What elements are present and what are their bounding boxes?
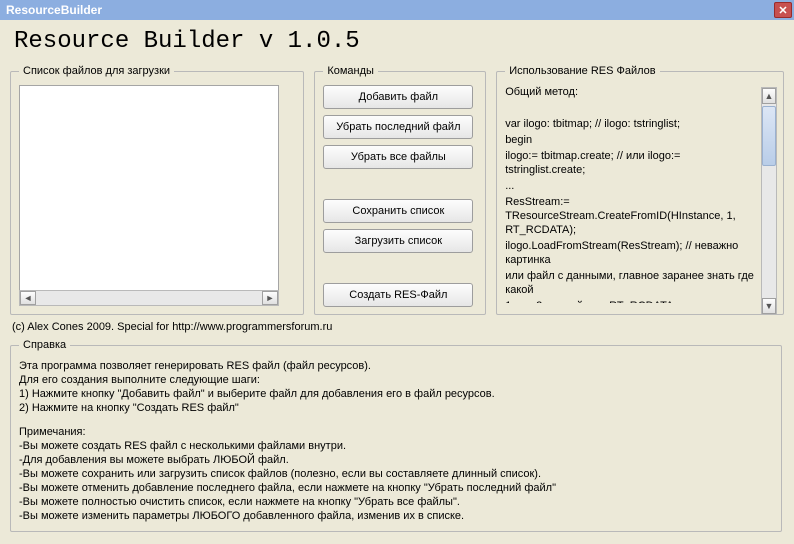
help-note-line: -Вы можете создать RES файл с нескольким… — [19, 439, 773, 453]
help-group: Справка Эта программа позволяет генериро… — [10, 339, 782, 532]
usage-line: 1 или 2 и какой тип, RT_RCDATA — [505, 299, 759, 303]
save-list-button[interactable]: Сохранить список — [323, 199, 473, 223]
help-note-line: -Вы можете отменить добавление последнег… — [19, 481, 773, 495]
commands-group: Команды Добавить файл Убрать последний ф… — [314, 65, 486, 315]
help-note-line: -Для добавления вы можете выбрать ЛЮБОЙ … — [19, 453, 773, 467]
help-legend: Справка — [19, 339, 70, 351]
usage-legend: Использование RES Файлов — [505, 65, 659, 77]
usage-text: Общий метод: var ilogo: tbitmap; // ilog… — [505, 85, 759, 303]
close-icon: ✕ — [778, 4, 787, 17]
close-button[interactable]: ✕ — [774, 2, 792, 18]
remove-last-button[interactable]: Убрать последний файл — [323, 115, 473, 139]
help-line: Для его создания выполните следующие шаг… — [19, 373, 773, 387]
usage-line — [505, 101, 759, 115]
scrollbar-thumb[interactable] — [762, 106, 776, 166]
usage-line: begin — [505, 133, 759, 147]
help-note-line: -Вы можете полностью очистить список, ес… — [19, 495, 773, 509]
scroll-up-icon[interactable]: ▲ — [762, 88, 776, 104]
scroll-right-icon[interactable]: ► — [262, 291, 278, 305]
help-notes-title: Примечания: — [19, 425, 773, 439]
usage-group: Использование RES Файлов Общий метод: va… — [496, 65, 784, 315]
usage-line: ... — [505, 179, 759, 193]
window-title: ResourceBuilder — [6, 3, 102, 17]
load-list-button[interactable]: Загрузить список — [323, 229, 473, 253]
usage-line: ilogo.LoadFromStream(ResStream); // нева… — [505, 239, 759, 267]
files-h-scrollbar[interactable]: ◄ ► — [19, 290, 279, 306]
help-line: Эта программа позволяет генерировать RES… — [19, 359, 773, 373]
window-titlebar: ResourceBuilder ✕ — [0, 0, 794, 20]
add-file-button[interactable]: Добавить файл — [323, 85, 473, 109]
usage-line: var ilogo: tbitmap; // ilogo: tstringlis… — [505, 117, 759, 131]
commands-legend: Команды — [323, 65, 378, 77]
files-listbox[interactable] — [19, 85, 279, 295]
files-group: Список файлов для загрузки ◄ ► — [10, 65, 304, 315]
help-text: Эта программа позволяет генерировать RES… — [19, 359, 773, 523]
copyright-text: (c) Alex Cones 2009. Special for http://… — [12, 321, 784, 333]
scroll-down-icon[interactable]: ▼ — [762, 298, 776, 314]
usage-line: ResStream:= TResourceStream.CreateFromID… — [505, 195, 759, 237]
usage-line: ilogo:= tbitmap.create; // или ilogo:= t… — [505, 149, 759, 177]
help-note-line: -Вы можете сохранить или загрузить списо… — [19, 467, 773, 481]
usage-v-scrollbar[interactable]: ▲ ▼ — [761, 87, 777, 315]
app-title: Resource Builder v 1.0.5 — [14, 28, 784, 55]
help-note-line: -Вы можете изменить параметры ЛЮБОГО доб… — [19, 509, 773, 523]
usage-line: или файл с данными, главное заранее знат… — [505, 269, 759, 297]
help-line: 1) Нажмите кнопку "Добавить файл" и выбе… — [19, 387, 773, 401]
usage-line: Общий метод: — [505, 85, 759, 99]
help-line: 2) Нажмите на кнопку "Создать RES файл" — [19, 401, 773, 415]
remove-all-button[interactable]: Убрать все файлы — [323, 145, 473, 169]
scroll-left-icon[interactable]: ◄ — [20, 291, 36, 305]
create-res-button[interactable]: Создать RES-Файл — [323, 283, 473, 307]
files-legend: Список файлов для загрузки — [19, 65, 174, 77]
